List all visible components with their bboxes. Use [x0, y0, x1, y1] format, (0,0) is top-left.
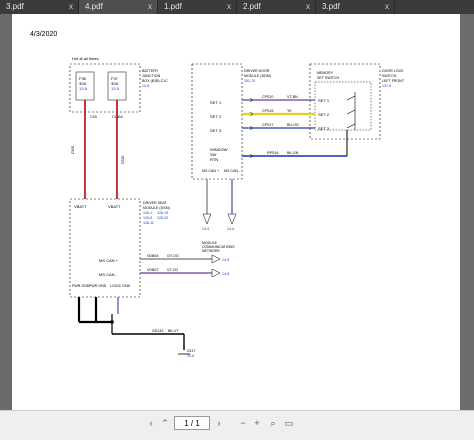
zoom-in-button[interactable]: + — [252, 416, 262, 430]
memory-label-1: SET SWITCH — [317, 76, 340, 80]
dsm-label-5: 126-15 — [157, 211, 168, 215]
cps17-color: BU-OG — [287, 123, 299, 127]
search-icon[interactable]: ⌕ — [268, 416, 278, 430]
tab-bar: 3.pdf x 4.pdf x 1.pdf x 2.pdf x 3.pdf x — [0, 0, 474, 14]
c-label-1: C525 — [121, 156, 125, 164]
up-page-button[interactable]: ⌃ — [160, 416, 170, 430]
dsm-mscan-minus: MS CAN - — [99, 272, 118, 277]
sw-set-1: SET 1 — [318, 98, 330, 103]
ddm-label-0: DRIVER DOOR — [244, 69, 270, 73]
dsm-label-6: 126-20 — [157, 216, 168, 220]
pdf-toolbar: ‹ ⌃ 1 / 1 › − + ⌕ ▭ — [0, 410, 474, 440]
next-page-button[interactable]: › — [214, 416, 224, 430]
mcn-label-2: NETWORK — [202, 249, 221, 253]
dsm-label-4: 126-11 — [143, 221, 154, 225]
window-sw-2: RTN — [210, 157, 218, 162]
gd143-color: BK-VT — [168, 329, 179, 333]
close-icon[interactable]: x — [227, 0, 236, 14]
ddm-mscan-plus: MS CAN + — [202, 169, 219, 173]
dls-label-3: 137-6 — [382, 84, 391, 88]
dsm-label-1: MODULE (DSM) — [143, 206, 170, 210]
bjb-label-2: BOX (BJB) C1C — [142, 79, 168, 83]
dsm-pwr-gnd-1: PWR GND — [72, 284, 90, 288]
dsm-label-3: 126-6 — [143, 216, 152, 220]
vdb04-label: VDB04 — [147, 254, 158, 258]
page-number-input[interactable]: 1 / 1 — [174, 416, 210, 430]
dls-label-1: SWITCH, — [382, 74, 397, 78]
prev-page-button[interactable]: ‹ — [146, 416, 156, 430]
mcn-ref-0: 14-9 — [222, 258, 229, 262]
ddm-label-2: 151-70 — [244, 79, 255, 83]
hot-label: Hot at all times — [72, 56, 98, 61]
dsm-pwr-gnd-2: PWR GND — [89, 284, 107, 288]
driver-seat-module-box — [69, 198, 141, 298]
dsm-vbatt-2: VBATT — [108, 204, 121, 209]
tab-overflow — [395, 0, 474, 14]
tab-1-pdf[interactable]: 1.pdf x — [158, 0, 237, 14]
close-icon[interactable]: x — [306, 0, 315, 14]
dls-label-2: LEFT FRONT — [382, 79, 405, 83]
vdb07-color: VT-OG — [167, 268, 178, 272]
memory-switch-box — [314, 81, 372, 131]
bjb-label-3: 13-6 — [142, 84, 149, 88]
cps10-label: CPS10 — [262, 95, 273, 99]
mcn-ref-1: 14-8 — [222, 272, 229, 276]
rps16-color: BK-GN — [287, 151, 299, 155]
cps15-color: YE — [287, 109, 292, 113]
tab-4-pdf[interactable]: 4.pdf x — [79, 0, 158, 14]
memory-label-0: MEMORY — [317, 71, 334, 75]
cps10-color: VT-BN — [287, 95, 298, 99]
close-icon[interactable]: x — [385, 0, 394, 14]
dsm-label-0: DRIVER SEAT — [143, 201, 168, 205]
fit-page-icon[interactable]: ▭ — [284, 416, 294, 430]
left-sidebar — [0, 14, 12, 439]
tab-2-pdf[interactable]: 2.pdf x — [237, 0, 316, 14]
cps15-label: CPS15 — [262, 109, 273, 113]
tab-3-pdf-second[interactable]: 3.pdf x — [316, 0, 395, 14]
bjb-label-0: BATTERY — [142, 69, 159, 73]
tab-3-pdf[interactable]: 3.pdf x — [0, 0, 79, 14]
dsm-vbatt-1: VBATT — [74, 204, 87, 209]
rps16-label: RPS16 — [267, 151, 278, 155]
ddm-mscan-minus: MS CAN - — [224, 169, 241, 173]
ground-label: G117 — [187, 349, 196, 353]
vertical-scrollbar[interactable] — [460, 14, 474, 419]
ddm-set-3: SET 3 — [210, 128, 222, 133]
bjb-pin-0: C1B — [90, 115, 97, 119]
cps17-label: CPS17 — [262, 123, 273, 127]
ddm-label-1: MODULE (DDM) — [244, 74, 271, 78]
dls-label-0: DOOR LOCK — [382, 69, 404, 73]
zoom-out-button[interactable]: − — [238, 416, 248, 430]
sw-set-3: SET 3 — [318, 126, 330, 131]
ground-ref: 10-8 — [187, 354, 194, 358]
vdb04-color: GY-OG — [167, 254, 179, 258]
pdf-page: 4/3/2020 Hot at all times F36 30A 13-8 F… — [12, 14, 460, 410]
ddm-set-2: SET 2 — [210, 114, 222, 119]
wiring-diagram: Hot at all times F36 30A 13-8 F37 30A 13… — [69, 56, 405, 358]
bjb-label-1: JUNCTION — [142, 74, 161, 78]
fuse-f36-ref: 13-8 — [79, 86, 88, 91]
gd143-label: GD143 — [152, 329, 163, 333]
ddm-set-1: SET 1 — [210, 100, 222, 105]
dsm-label-2: 126-1 — [143, 211, 152, 215]
ddm-ref-0: 14-9 — [202, 227, 209, 231]
dsm-logic-gnd: LOGIC GND — [110, 284, 131, 288]
fuse-f37-ref: 13-5 — [111, 86, 120, 91]
vdb07-label: VDB07 — [147, 268, 158, 272]
close-icon[interactable]: x — [69, 0, 78, 14]
sw-set-2: SET 2 — [318, 112, 330, 117]
c-label-0: C500 — [71, 146, 75, 154]
dsm-mscan-plus: MS CAN + — [99, 258, 119, 263]
ddm-ref-1: 14-8 — [227, 227, 234, 231]
close-icon[interactable]: x — [148, 0, 157, 14]
